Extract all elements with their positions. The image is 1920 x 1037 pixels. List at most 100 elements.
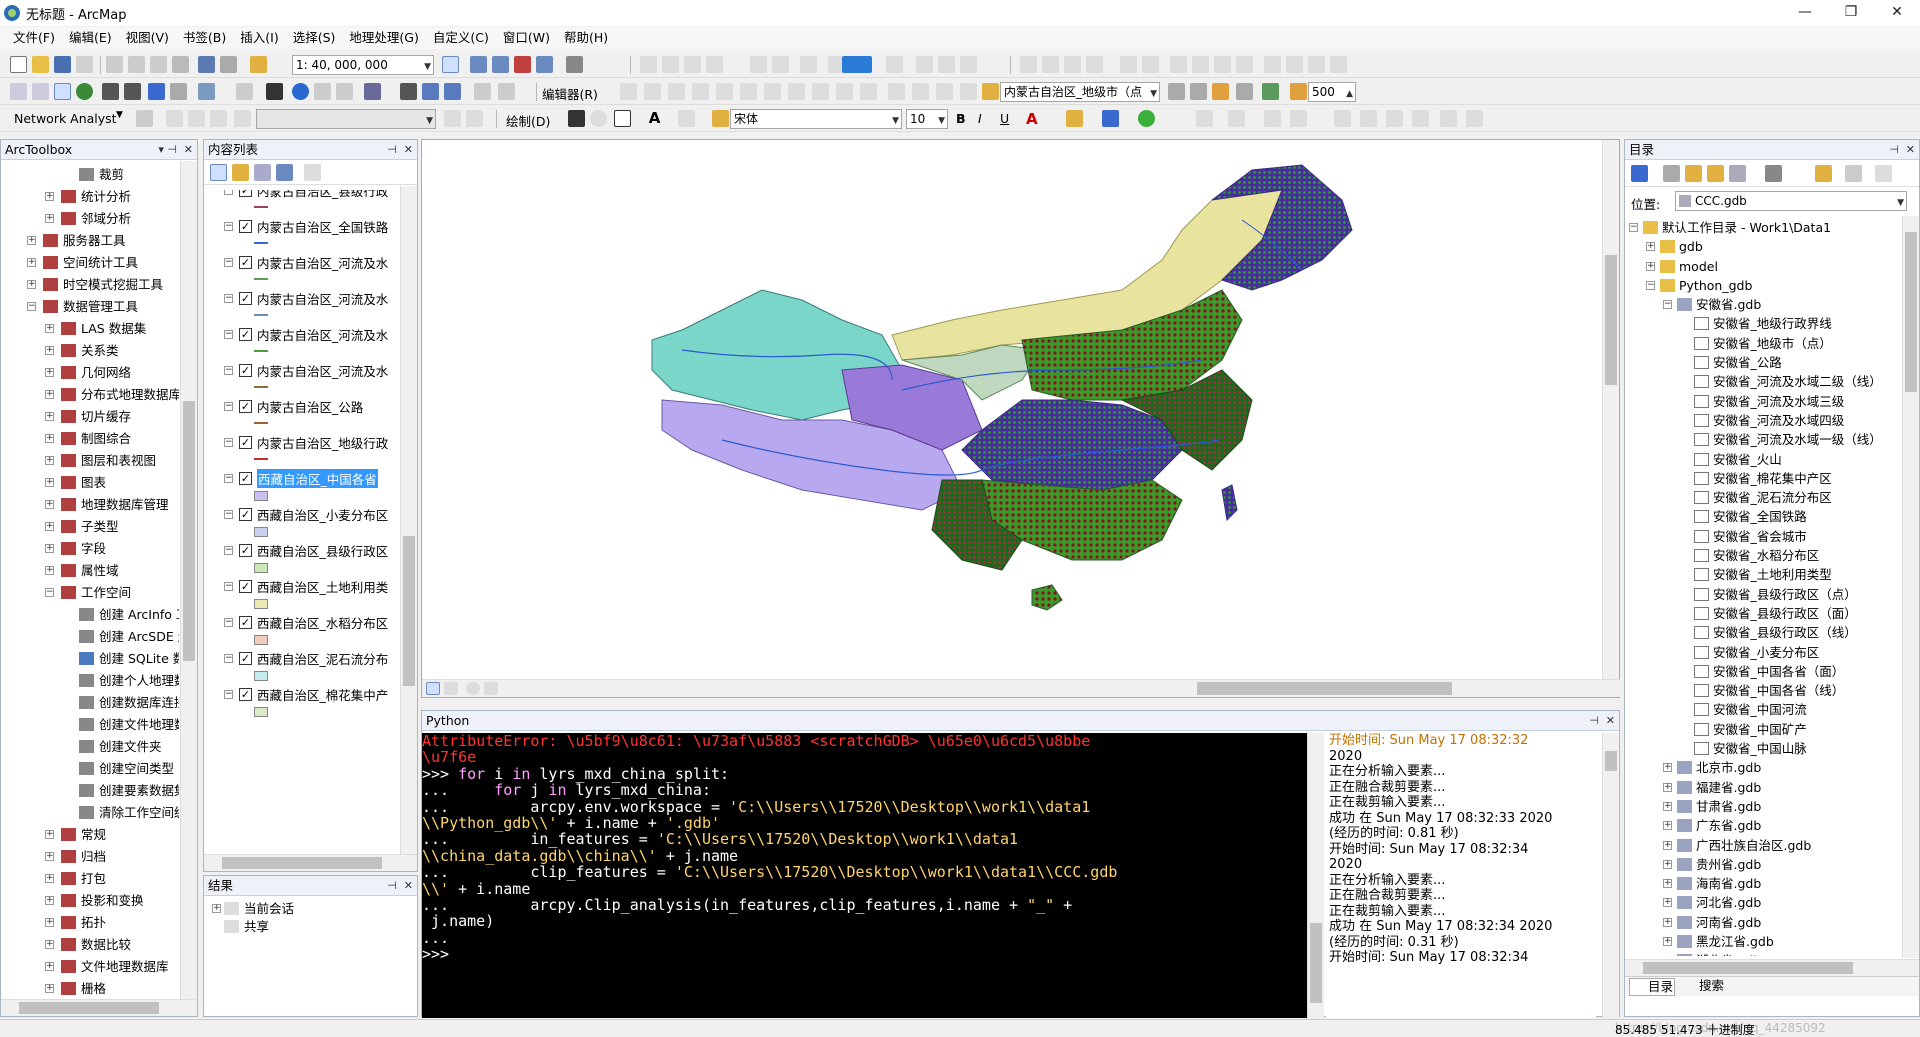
toolbox-item[interactable]: 创建 SQLite 数据 <box>1 648 179 670</box>
identify-icon[interactable] <box>292 83 309 100</box>
open-folder-icon[interactable] <box>32 56 49 73</box>
collapse-icon[interactable]: − <box>224 190 233 195</box>
layout-tool-icon[interactable] <box>684 56 701 73</box>
collapse-icon[interactable]: − <box>224 294 233 303</box>
toolbox-item[interactable]: + 制图综合 <box>1 428 179 450</box>
catalog-item[interactable]: + 河南省.gdb <box>1625 913 1901 932</box>
zoom-out-icon[interactable] <box>32 83 49 100</box>
toolbox-vertical-scrollbar[interactable] <box>180 161 197 999</box>
location-combo[interactable]: CCC.gdb ▼ <box>1675 191 1907 211</box>
catalog-item[interactable]: 安徽省_河流及水域四级 <box>1625 411 1901 430</box>
edit-tool-icon[interactable] <box>644 83 661 100</box>
layout-tool-icon[interactable] <box>800 56 817 73</box>
line-symbol-icon[interactable] <box>254 386 268 388</box>
expand-icon[interactable]: + <box>45 214 54 223</box>
edit-tool-icon[interactable] <box>888 83 905 100</box>
map-scale-combo[interactable]: 1: 40, 000, 000 ▼ <box>292 55 434 75</box>
edit-tool-icon[interactable] <box>668 83 685 100</box>
toolbox-item[interactable]: + 图表 <box>1 472 179 494</box>
collapse-icon[interactable]: − <box>224 438 233 447</box>
forward-arrow-icon[interactable] <box>1663 165 1680 182</box>
line-symbol-icon[interactable] <box>254 350 268 352</box>
toolbox-item[interactable]: + 时空模式挖掘工具 <box>1 274 179 296</box>
redo-icon[interactable] <box>220 56 237 73</box>
layer-visibility-checkbox[interactable]: ✓ <box>239 652 252 665</box>
layout-tool-icon[interactable] <box>938 56 955 73</box>
layer-name[interactable]: 西藏自治区_县级行政区 <box>257 541 388 560</box>
collapse-icon[interactable]: − <box>224 618 233 627</box>
close-icon[interactable]: ✕ <box>1606 711 1615 731</box>
layer-name[interactable]: 西藏自治区_土地利用类 <box>257 577 388 596</box>
time-slider-icon[interactable] <box>474 83 491 100</box>
expand-icon[interactable]: + <box>1663 782 1672 792</box>
list-by-drawing-order-icon[interactable] <box>210 164 227 181</box>
toolbox-item[interactable]: 创建文件夹 <box>1 736 179 758</box>
menu-insert[interactable]: 插入(I) <box>233 27 285 49</box>
list-by-visibility-icon[interactable] <box>254 164 271 181</box>
menu-windows[interactable]: 窗口(W) <box>496 27 557 49</box>
toolbox-item[interactable]: + 归档 <box>1 846 179 868</box>
snapping-icon[interactable] <box>1042 56 1059 73</box>
html-popup-icon[interactable] <box>314 83 331 100</box>
collapse-icon[interactable]: − <box>224 330 233 339</box>
layer-name[interactable]: 内蒙古自治区_河流及水 <box>257 325 388 344</box>
toolbox-item[interactable]: + 数据比较 <box>1 934 179 956</box>
font-color-button[interactable]: A <box>1026 110 1038 128</box>
expand-icon[interactable]: + <box>45 940 54 949</box>
layout-tool-icon[interactable] <box>750 56 767 73</box>
catalog-item[interactable]: − 安徽省.gdb <box>1625 295 1901 314</box>
new-folder-icon[interactable] <box>1815 165 1832 182</box>
scrollbar-thumb[interactable] <box>1605 255 1617 385</box>
network-tool-icon[interactable] <box>136 110 153 127</box>
edit-tool-icon[interactable] <box>812 83 829 100</box>
close-icon[interactable]: ✕ <box>1906 140 1915 160</box>
catalog-item[interactable]: 安徽省_地级市（点） <box>1625 334 1901 353</box>
layer-visibility-checkbox[interactable]: ✓ <box>239 364 252 377</box>
layer-name[interactable]: 内蒙古自治区_县级行政 <box>257 190 388 200</box>
minimize-button[interactable]: — <box>1782 0 1828 26</box>
expand-icon[interactable]: + <box>1663 763 1672 773</box>
toolbox-item[interactable]: + 服务器工具 <box>1 230 179 252</box>
marker-color-icon[interactable] <box>1138 110 1155 127</box>
catalog-item[interactable]: + 广西壮族自治区.gdb <box>1625 836 1901 855</box>
toc-layer[interactable]: − ✓ 西藏自治区_小麦分布区 <box>204 500 399 537</box>
graphics-tool-icon[interactable] <box>1440 110 1457 127</box>
expand-icon[interactable]: + <box>45 456 54 465</box>
expand-icon[interactable]: + <box>45 324 54 333</box>
collapse-icon[interactable]: − <box>1646 280 1655 290</box>
collapse-icon[interactable]: − <box>224 366 233 375</box>
rectangle-icon[interactable] <box>614 110 631 127</box>
collapse-icon[interactable]: − <box>45 588 54 597</box>
catalog-item[interactable]: + 海南省.gdb <box>1625 874 1901 893</box>
layer-visibility-checkbox[interactable]: ✓ <box>239 580 252 593</box>
graphics-tool-icon[interactable] <box>1412 110 1429 127</box>
effects-icon[interactable] <box>1236 83 1253 100</box>
catalog-item[interactable]: 安徽省_公路 <box>1625 353 1901 372</box>
line-symbol-icon[interactable] <box>254 206 268 208</box>
catalog-item[interactable]: − 默认工作目录 - Work1\Data1 <box>1625 218 1901 237</box>
toolbox-item[interactable]: 创建空间类型 <box>1 758 179 780</box>
toolbox-item[interactable]: + 子类型 <box>1 516 179 538</box>
snapping-icon[interactable] <box>1214 56 1231 73</box>
toc-layer[interactable]: − ✓ 西藏自治区_县级行政区 <box>204 536 399 573</box>
line-symbol-icon[interactable] <box>254 422 268 424</box>
toggle-contents-icon[interactable] <box>1845 165 1862 182</box>
effects-icon[interactable] <box>1190 83 1207 100</box>
menu-edit[interactable]: 编辑(E) <box>62 27 119 49</box>
toolbox-horizontal-scrollbar[interactable] <box>1 999 197 1016</box>
layer-visibility-checkbox[interactable]: ✓ <box>239 190 252 197</box>
layer-name[interactable]: 西藏自治区_中国各省 <box>257 469 378 488</box>
layer-name[interactable]: 内蒙古自治区_河流及水 <box>257 289 388 308</box>
menu-file[interactable]: 文件(F) <box>6 27 62 49</box>
expand-icon[interactable]: + <box>45 346 54 355</box>
layer-visibility-checkbox[interactable]: ✓ <box>239 436 252 449</box>
toolbox-item[interactable]: + 几何网络 <box>1 362 179 384</box>
snapping-icon[interactable] <box>1286 56 1303 73</box>
list-by-source-icon[interactable] <box>232 164 249 181</box>
full-extent-globe-icon[interactable] <box>76 83 93 100</box>
toc-layer[interactable]: − ✓ 西藏自治区_棉花集中产 <box>204 680 399 717</box>
add-data-icon[interactable] <box>250 56 267 73</box>
cut-icon[interactable] <box>106 56 123 73</box>
scrollbar-thumb[interactable] <box>1197 682 1452 695</box>
expand-icon[interactable]: + <box>45 390 54 399</box>
